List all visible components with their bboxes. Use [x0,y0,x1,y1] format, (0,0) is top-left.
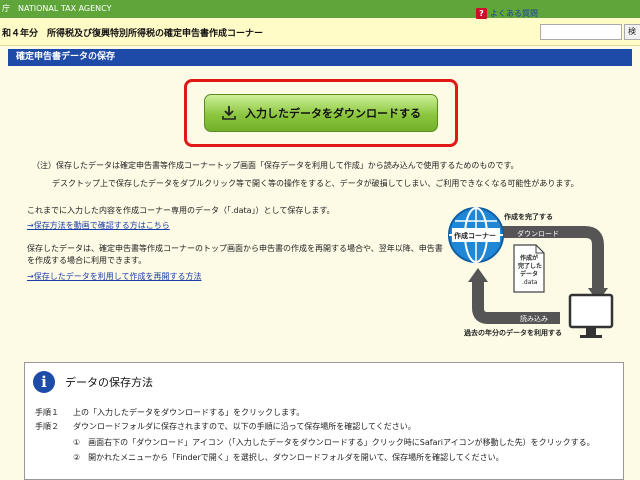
doc-line-3: データ [520,271,539,278]
info-icon: i [33,371,55,393]
search-button[interactable]: 検 [624,24,640,40]
globe-label: 作成コーナー [454,232,496,240]
agency-topbar: 庁 NATIONAL TAX AGENCY [0,0,640,18]
save-flow-illustration: 作成を完了する ダウンロード 作成コーナー 作成が 完了した データ .data… [440,200,615,350]
resume-guide-link[interactable]: →保存したデータを利用して作成を再開する方法 [27,271,201,282]
download-icon [222,106,236,120]
faq-label: よくある質問 [490,9,538,18]
doc-line-4: .data [522,279,538,286]
step2-text: ダウンロードフォルダに保存されますので、以下の手順に沿って保存場所を確認してくだ… [73,422,416,431]
faq-link[interactable]: ? よくある質問 [476,8,538,19]
save-description: これまでに入力した内容を作成コーナー専用のデータ（「.data」）として保存しま… [27,206,335,215]
past-year-label: 過去の年分のデータを利用する [464,329,562,337]
reuse-description: 保存したデータは、確定申告書等作成コーナーのトップ画面から申告書の作成を再開する… [27,244,443,265]
read-label: 読み込み [520,315,548,323]
step2-head: 手順２ [35,422,59,431]
question-icon: ? [476,8,487,19]
search-input[interactable] [540,24,622,40]
save-howto-box: i データの保存方法 手順１ 上の「入力したデータをダウンロードする」をクリック… [24,362,624,480]
download-button-label: 入力したデータをダウンロードする [245,107,421,120]
complete-label: 作成を完了する [504,213,553,221]
section-title: 確定申告書データの保存 [8,49,632,66]
step2-sub2: ② 開かれたメニューから「Finderで開く」を選択し、ダウンロードフォルダを開… [73,453,504,462]
howto-title: データの保存方法 [65,376,153,389]
step1-text: 上の「入力したデータをダウンロードする」をクリックします。 [73,408,305,417]
page-title: 和４年分 所得税及び復興特別所得税の確定申告書作成コーナー [2,29,264,39]
video-guide-link[interactable]: →保存方法を動画で確認する方はこちら [27,220,170,231]
agency-fragment: 庁 [2,4,10,13]
step1-head: 手順１ [35,408,59,417]
agency-name: NATIONAL TAX AGENCY [18,4,112,13]
download-flow-label: ダウンロード [517,230,559,238]
note-usage: （注）保存したデータは確定申告書等作成コーナートップ画面「保存データを利用して作… [32,161,519,170]
download-data-button[interactable]: 入力したデータをダウンロードする [204,94,438,132]
step2-sub1: ① 画面右下の「ダウンロード」アイコン（「入力したデータをダウンロードする」クリ… [73,438,595,447]
note-warning: デスクトップ上で保存したデータをダブルクリック等で開く等の操作をすると、データが… [52,179,579,188]
